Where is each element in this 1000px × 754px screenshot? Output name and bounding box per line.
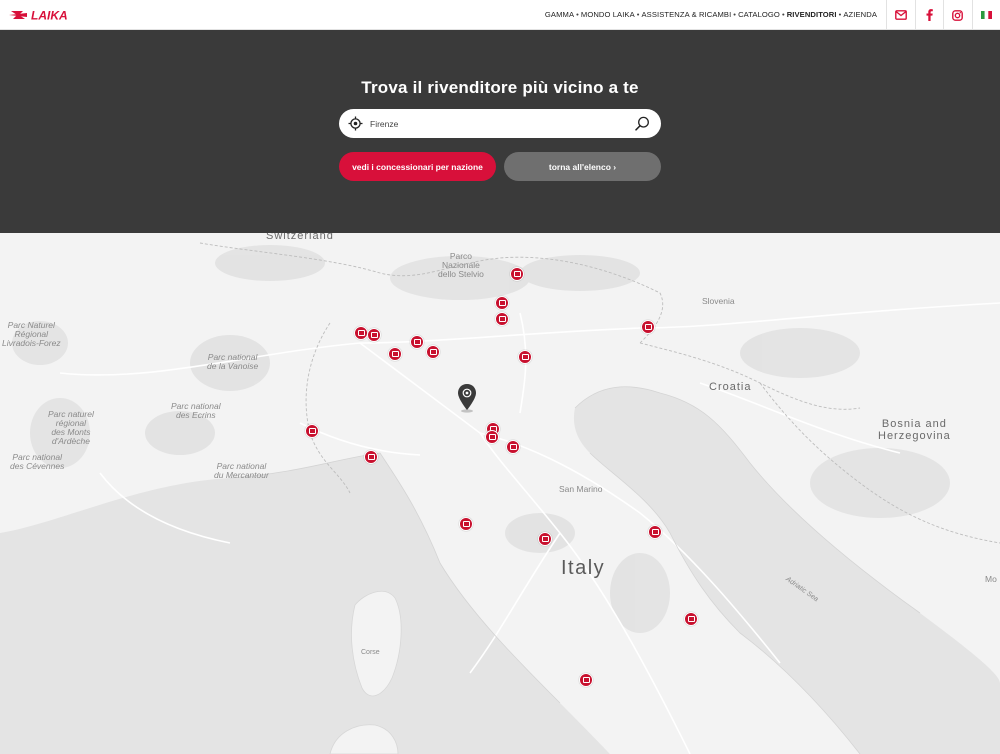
search-box: [339, 109, 661, 138]
map-label-switzerland: Switzerland: [266, 233, 334, 242]
dealer-marker[interactable]: [641, 320, 655, 334]
back-to-list-button[interactable]: torna all'elenco ›: [504, 152, 661, 181]
mail-icon: [894, 10, 907, 20]
map-label-bosnia: Bosnia and Herzegovina: [878, 418, 951, 442]
dealer-marker[interactable]: [426, 345, 440, 359]
nav-separator: •: [636, 10, 640, 19]
dealer-marker[interactable]: [506, 440, 520, 454]
map-label-corse: Corse: [361, 649, 380, 656]
dealer-marker[interactable]: [538, 532, 552, 546]
laika-logo[interactable]: LAIKA: [9, 7, 101, 23]
map-label-italy: Italy: [561, 557, 606, 579]
map-label-slovenia: Slovenia: [702, 296, 735, 306]
nav-item-assistenza[interactable]: ASSISTENZA & RICAMBI: [642, 10, 732, 19]
facebook-icon: [926, 9, 933, 21]
dealer-marker[interactable]: [510, 267, 524, 281]
main-nav: GAMMA • MONDO LAIKA • ASSISTENZA & RICAMBI • C…: [545, 10, 877, 19]
instagram-icon: [952, 9, 964, 21]
dealer-marker[interactable]: [459, 517, 473, 531]
location-pin-icon[interactable]: [457, 383, 477, 413]
social-links: [886, 0, 1000, 30]
italian-flag-icon: [980, 11, 992, 19]
instagram-link[interactable]: [943, 0, 972, 30]
search-icon[interactable]: [635, 116, 650, 131]
nav-separator: •: [781, 10, 785, 19]
nav-separator: •: [733, 10, 737, 19]
search-input[interactable]: [370, 114, 630, 133]
map-label-livradois: Parc Naturel Régional Livradois-Forez: [2, 320, 61, 348]
logo-text: LAIKA: [31, 9, 68, 23]
dealer-marker[interactable]: [518, 350, 532, 364]
map-label-stelvio: Parco Nazionale dello Stelvio: [438, 251, 484, 279]
dealer-marker[interactable]: [495, 296, 509, 310]
dealer-marker[interactable]: [485, 430, 499, 444]
dealer-search-hero: Trova il rivenditore più vicino a te ved…: [0, 30, 1000, 233]
dealer-marker[interactable]: [354, 326, 368, 340]
nav-separator: •: [838, 10, 842, 19]
map-label-croatia: Croatia: [709, 381, 752, 393]
nav-item-rivenditori[interactable]: RIVENDITORI: [787, 10, 837, 19]
map-label-ecrins: Parc national des Ecrins: [171, 401, 221, 420]
nav-item-gamma[interactable]: GAMMA: [545, 10, 574, 19]
dealer-marker[interactable]: [684, 612, 698, 626]
dealer-marker[interactable]: [579, 673, 593, 687]
language-selector[interactable]: [971, 0, 1000, 30]
mail-link[interactable]: [886, 0, 915, 30]
nav-item-mondo-laika[interactable]: MONDO LAIKA: [581, 10, 635, 19]
hero-title: Trova il rivenditore più vicino a te: [361, 78, 639, 97]
map-label-cevennes: Parc national des Cévennes: [10, 452, 65, 471]
facebook-link[interactable]: [914, 0, 944, 30]
site-header: LAIKA GAMMA • MONDO LAIKA • ASSISTENZA & RIC…: [0, 0, 1000, 30]
map-label-san-marino: San Marino: [559, 484, 603, 494]
dealer-marker[interactable]: [410, 335, 424, 349]
locate-icon[interactable]: [348, 116, 363, 131]
dealer-marker[interactable]: [367, 328, 381, 342]
dealer-marker[interactable]: [388, 347, 402, 361]
dealer-marker[interactable]: [495, 312, 509, 326]
dealer-marker[interactable]: [648, 525, 662, 539]
map-label-mercantour: Parc national du Mercantour: [214, 461, 269, 480]
map-label-monts-ardeche: Parc naturel régional des Monts d'Ardèch…: [48, 409, 94, 446]
nav-item-azienda[interactable]: AZIENDA: [843, 10, 877, 19]
dealer-marker[interactable]: [305, 424, 319, 438]
nav-item-catalogo[interactable]: CATALOGO: [738, 10, 780, 19]
map-label-vanoise: Parc national de la Vanoise: [207, 352, 259, 371]
nav-separator: •: [576, 10, 579, 19]
dealer-marker[interactable]: [364, 450, 378, 464]
dealers-by-nation-button[interactable]: vedi i concessionari per nazione: [339, 152, 496, 181]
dealer-map[interactable]: Switzerland Parco Nazionale dello Stelvi…: [0, 233, 1000, 754]
map-label-mo: Mo: [985, 574, 997, 584]
